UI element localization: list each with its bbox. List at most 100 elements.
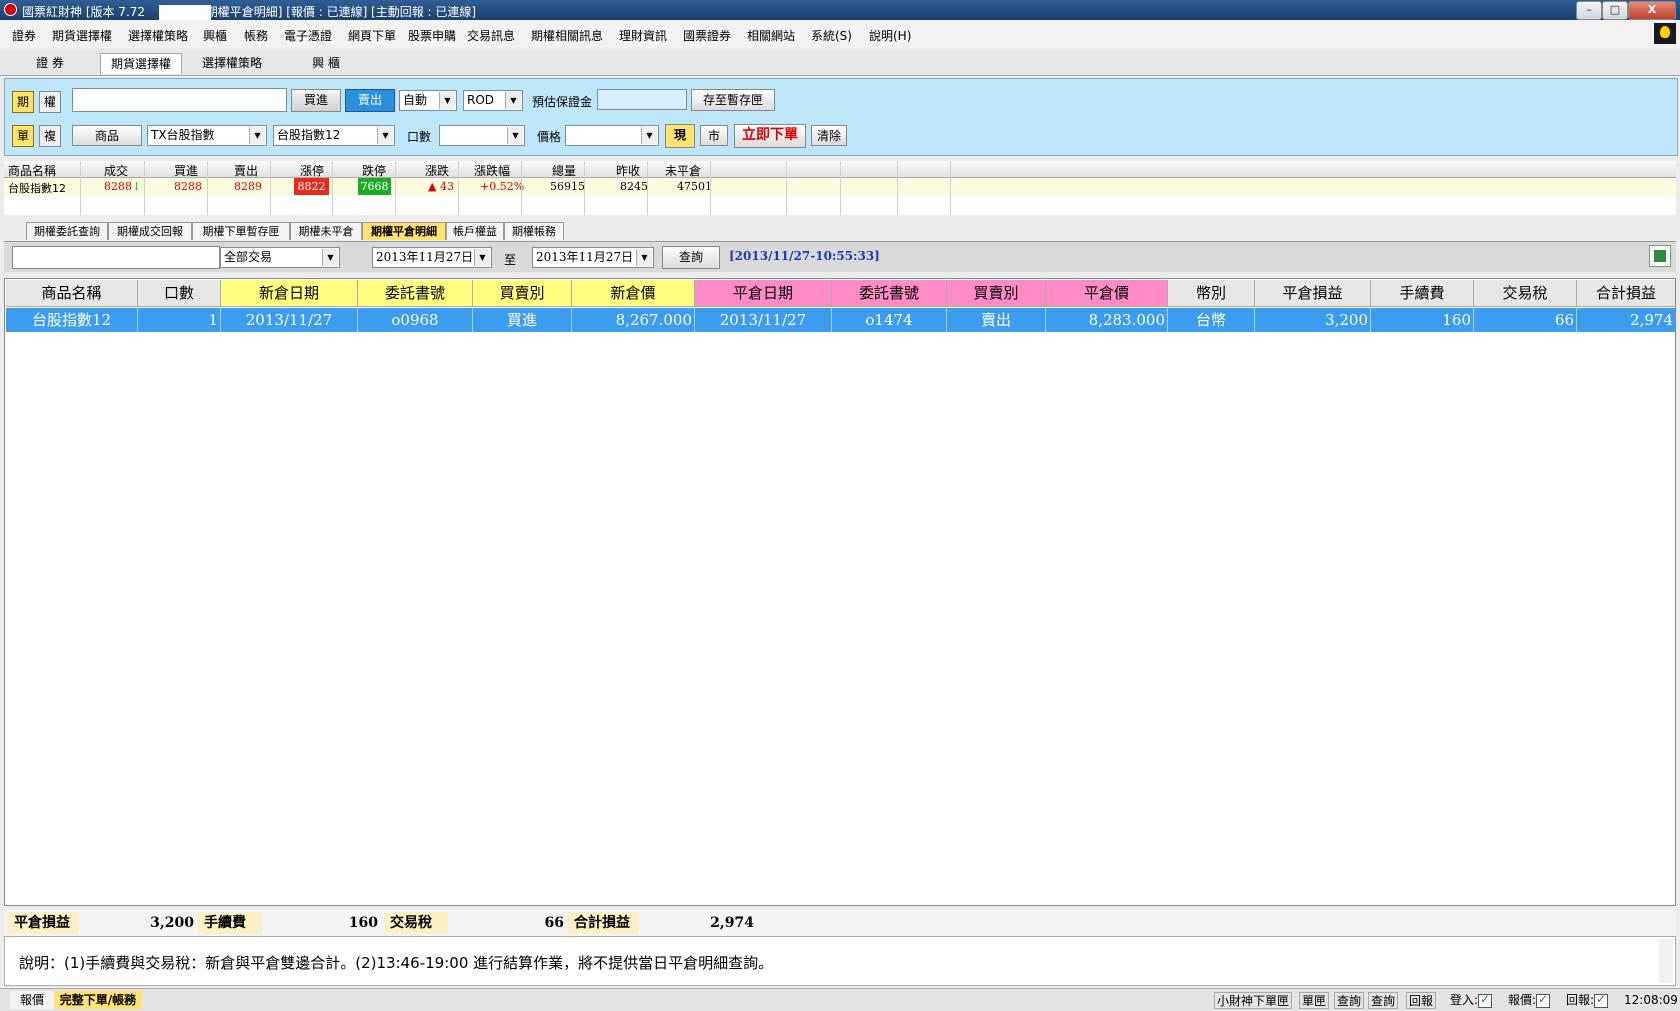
chevron-down-icon: ▼ xyxy=(507,127,523,144)
table-cell[interactable]: 買進 xyxy=(473,308,572,332)
mode-select[interactable]: 自動 ▼ xyxy=(399,90,457,111)
lightbulb-icon[interactable] xyxy=(1654,23,1676,44)
save-to-draft-button[interactable]: 存至暫存匣 xyxy=(691,89,775,111)
tab-open-position[interactable]: 期權未平倉 xyxy=(290,222,362,240)
now-price-button[interactable]: 現 xyxy=(665,124,695,148)
title-redaction xyxy=(159,5,211,21)
sb-login: 登入: xyxy=(1448,991,1494,1009)
query-button[interactable]: 查詢 xyxy=(662,246,720,269)
chevron-down-icon: ▼ xyxy=(641,127,657,144)
table-cell[interactable]: o1474 xyxy=(832,308,947,332)
table-cell[interactable]: 台股指數12 xyxy=(6,308,138,332)
buy-button[interactable]: 買進 xyxy=(291,89,341,112)
summary-bar: 平倉損益 3,200 手續費 160 交易稅 66 合計損益 2,974 xyxy=(4,910,1676,936)
menu-web-order[interactable]: 網頁下單 xyxy=(348,27,396,44)
close-button[interactable]: X xyxy=(1628,1,1676,20)
table-cell[interactable]: 2013/11/27 xyxy=(221,308,358,332)
tab-stock[interactable]: 證 券 xyxy=(10,53,90,73)
sb-clock: 12:08:09 xyxy=(1624,993,1678,1007)
market-price-button[interactable]: 市 xyxy=(700,125,728,146)
menu-option-info[interactable]: 期權相關訊息 xyxy=(531,27,603,44)
tab-account-ledger[interactable]: 期權帳務 xyxy=(504,222,564,240)
minimize-button[interactable]: – xyxy=(1576,1,1602,20)
tab-fill-report[interactable]: 期權成交回報 xyxy=(108,222,192,240)
table-cell[interactable]: 160 xyxy=(1371,308,1474,332)
export-excel-icon[interactable] xyxy=(1649,245,1671,267)
tab-draft-box[interactable]: 期權下單暫存匣 xyxy=(192,222,290,240)
clear-button[interactable]: 清除 xyxy=(811,125,847,146)
toggle-options[interactable]: 權 xyxy=(39,91,61,113)
note-scrollbar[interactable] xyxy=(1659,939,1673,983)
table-cell[interactable]: 3,200 xyxy=(1255,308,1371,332)
tab-emerging[interactable]: 興 櫃 xyxy=(286,53,366,73)
table-cell[interactable]: 1 xyxy=(138,308,221,332)
menu-ipo[interactable]: 股票申購 xyxy=(408,27,456,44)
toggle-combo[interactable]: 複 xyxy=(39,125,61,147)
menu-cert[interactable]: 電子憑證 xyxy=(284,27,332,44)
th-fee: 手續費 xyxy=(1371,280,1474,307)
table-cell[interactable]: 2,974 xyxy=(1577,308,1675,332)
menu-strategy[interactable]: 選擇權策略 xyxy=(128,27,188,44)
product-button[interactable]: 商品 xyxy=(72,125,142,146)
order-type-select[interactable]: ROD ▼ xyxy=(463,90,523,111)
sell-button[interactable]: 賣出 xyxy=(345,89,395,112)
sb-mini-order[interactable]: 小財神下單匣 xyxy=(1214,992,1293,1009)
tab-account-equity[interactable]: 帳戶權益 xyxy=(446,222,504,240)
price-stepper[interactable]: ▼ xyxy=(565,125,659,146)
contract-select[interactable]: 台股指數12 ▼ xyxy=(273,125,395,146)
date-from-picker[interactable]: 2013年11月27日 ▼ xyxy=(372,247,492,268)
menu-emerging[interactable]: 興櫃 xyxy=(203,27,227,44)
col-divider xyxy=(270,161,271,215)
product-value: TX台股指數 xyxy=(151,128,215,142)
col-divider xyxy=(897,161,898,215)
sb-query-1[interactable]: 查詢 xyxy=(1334,992,1365,1009)
status-bar: 報價 完整下單/帳務 小財神下單匣 單匣 查詢 查詢 回報 登入: 報價: 回報… xyxy=(0,988,1680,1011)
table-cell[interactable]: o0968 xyxy=(358,308,473,332)
summary-pnl-label: 平倉損益 xyxy=(8,912,78,934)
qty-stepper[interactable]: ▼ xyxy=(439,125,525,146)
toggle-futures[interactable]: 期 xyxy=(12,91,34,113)
submit-order-button[interactable]: 立即下單 xyxy=(734,124,806,148)
quote-limit-down: 7668 xyxy=(358,178,391,195)
product-select[interactable]: TX台股指數 ▼ xyxy=(147,125,267,146)
tab-order-query[interactable]: 期權委託查詢 xyxy=(26,222,108,240)
chevron-down-icon: ▼ xyxy=(636,249,652,266)
table-cell[interactable]: 8,283.000 xyxy=(1046,308,1168,332)
menu-trade-msg[interactable]: 交易訊息 xyxy=(467,27,515,44)
menu-account[interactable]: 帳務 xyxy=(244,27,268,44)
qh-ask: 賣出 xyxy=(234,164,259,178)
sb-report[interactable]: 回報 xyxy=(1406,992,1437,1009)
sb-order-box[interactable]: 單匣 xyxy=(1299,992,1330,1009)
menu-finance[interactable]: 理財資訊 xyxy=(619,27,667,44)
table-cell[interactable]: 賣出 xyxy=(947,308,1046,332)
col-divider xyxy=(786,161,787,215)
menu-futures[interactable]: 期貨選擇權 xyxy=(52,27,112,44)
menu-help[interactable]: 說明(H) xyxy=(869,27,911,44)
table-cell[interactable]: 8,267.000 xyxy=(572,308,695,332)
tab-futures[interactable]: 期貨選擇權 xyxy=(100,53,182,74)
quote-ask: 8289 xyxy=(234,180,262,193)
date-to-picker[interactable]: 2013年11月27日 ▼ xyxy=(532,247,654,268)
note-text: 說明：(1)手續費與交易稅：新倉與平倉雙邊合計。(2)13:46-19:00 進… xyxy=(19,954,774,972)
table-cell[interactable]: 66 xyxy=(1474,308,1577,332)
toggle-single[interactable]: 單 xyxy=(12,125,34,147)
table-cell[interactable]: 2013/11/27 xyxy=(695,308,832,332)
tab-quote[interactable]: 報價 xyxy=(10,991,54,1009)
order-input[interactable] xyxy=(72,88,287,112)
menu-links[interactable]: 相關網站 xyxy=(747,27,795,44)
quote-grid: 商品名稱 成交 買進 賣出 漲停 跌停 漲跌 漲跌幅 總量 昨收 未平倉 台股指… xyxy=(4,161,1676,215)
tab-full-trading[interactable]: 完整下單/帳務 xyxy=(54,991,142,1009)
menu-system[interactable]: 系統(S) xyxy=(811,27,852,44)
tab-strategy[interactable]: 選擇權策略 xyxy=(192,53,272,73)
menu-ibf[interactable]: 國票證券 xyxy=(683,27,731,44)
maximize-button[interactable]: □ xyxy=(1602,1,1628,20)
table-cell[interactable]: 台幣 xyxy=(1168,308,1255,332)
closed-position-table: 商品名稱 口數 新倉日期 委託書號 買賣別 新倉價 平倉日期 委託書號 買賣別 … xyxy=(4,278,1676,906)
chevron-down-icon: ▼ xyxy=(505,92,521,109)
menu-stock[interactable]: 證券 xyxy=(12,27,36,44)
sb-query-2[interactable]: 查詢 xyxy=(1368,992,1399,1009)
date-to-value: 2013年11月27日 xyxy=(536,250,634,264)
tab-closed-detail[interactable]: 期權平倉明細 xyxy=(362,222,446,240)
trade-type-select[interactable]: 全部交易 ▼ xyxy=(220,247,340,268)
account-input[interactable] xyxy=(12,246,220,269)
